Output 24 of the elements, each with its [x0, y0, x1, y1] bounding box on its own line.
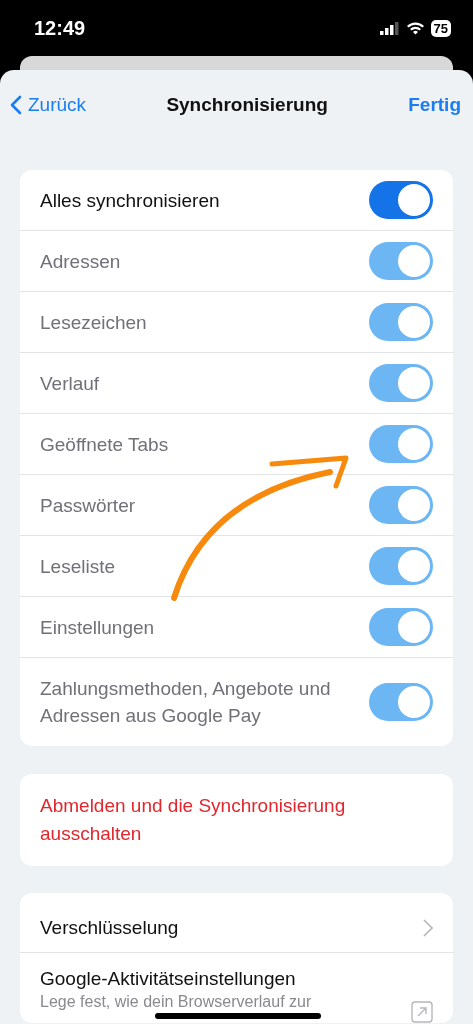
battery-level: 75: [430, 19, 451, 37]
back-button[interactable]: Zurück: [10, 94, 87, 116]
status-time: 12:49: [34, 16, 86, 40]
setting-label: Zahlungsmethoden, Angebote und Adressen aus Google Pay: [40, 677, 332, 728]
setting-label: Adressen: [40, 249, 121, 274]
setting-label: Passwörter: [40, 493, 136, 518]
setting-label: Lesezeichen: [40, 310, 147, 335]
done-button[interactable]: Fertig: [408, 94, 461, 116]
sign-out-button[interactable]: Abmelden und die Synchronisierung ausschalten: [20, 774, 453, 866]
screen-title: Synchronisierung: [166, 94, 328, 116]
setting-label: Einstellungen: [40, 615, 155, 640]
setting-label[interactable]: Verschlüsselung: [40, 914, 179, 941]
setting-label: Alles synchronisieren: [40, 188, 220, 213]
back-chevron-icon: [10, 95, 22, 115]
setting-description: Lege fest, wie dein Browserverlauf zur: [40, 992, 312, 1012]
wifi-icon: [405, 21, 425, 35]
external-link-icon: [411, 1001, 433, 1023]
setting-label[interactable]: Google-Aktivitätseinstellungen: [40, 965, 312, 992]
chevron-right-icon: [423, 918, 433, 937]
setting-label: Verlauf: [40, 371, 100, 396]
toggle-switch[interactable]: [369, 181, 433, 219]
setting-label: Geöffnete Tabs: [40, 432, 169, 457]
setting-label: Leseliste: [40, 554, 115, 579]
signal-icon: [379, 21, 400, 35]
